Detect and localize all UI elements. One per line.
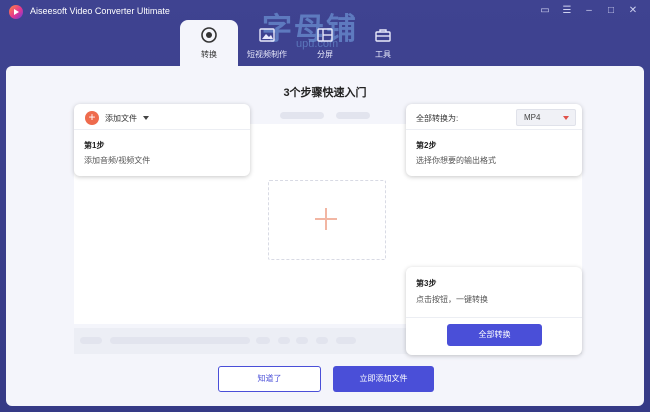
step2-card: 全部转换为: MP4 第2步 选择你想要的输出格式	[406, 104, 582, 176]
image-icon	[259, 28, 275, 42]
step3-title: 第3步	[416, 279, 437, 288]
output-format-select[interactable]: MP4	[516, 109, 576, 126]
minimize-icon[interactable]: –	[582, 4, 596, 18]
divider	[406, 129, 582, 130]
format-value: MP4	[524, 113, 541, 122]
step2-desc: 选择你想要的输出格式	[416, 156, 496, 165]
tab-label: 转换	[201, 50, 217, 59]
placeholder-bar	[316, 337, 328, 344]
tab-split-screen[interactable]: 分屏	[296, 20, 354, 66]
convert-all-to-label: 全部转换为:	[416, 114, 459, 123]
chevron-down-icon[interactable]	[143, 116, 149, 120]
add-files-dropzone[interactable]	[268, 180, 386, 260]
divider	[406, 317, 582, 318]
tab-convert[interactable]: 转换	[180, 20, 238, 66]
step1-card: + 添加文件 第1步 添加音频/视频文件	[74, 104, 250, 176]
tab-label: 工具	[375, 50, 391, 59]
main-tabs: 转换 短视频制作 分屏 工具	[180, 20, 412, 66]
menu-icon[interactable]: ☰	[560, 4, 574, 18]
tab-label: 分屏	[317, 50, 333, 59]
step3-card: 第3步 点击按钮，一键转换 全部转换	[406, 267, 582, 355]
window-controls: ▭ ☰ – □ ✕	[538, 4, 640, 18]
feedback-icon[interactable]: ▭	[538, 4, 552, 18]
add-file-icon[interactable]: +	[85, 111, 99, 125]
divider	[74, 129, 250, 130]
step3-desc: 点击按钮，一键转换	[416, 295, 488, 304]
add-file-button[interactable]: 添加文件	[105, 113, 137, 124]
placeholder-bar	[296, 337, 308, 344]
placeholder-bar	[256, 337, 270, 344]
placeholder-bar	[80, 337, 102, 344]
toolbox-icon	[375, 29, 391, 42]
got-it-button[interactable]: 知道了	[218, 366, 321, 392]
placeholder-bar	[336, 337, 356, 344]
placeholder-bar	[278, 337, 290, 344]
tab-toolbox[interactable]: 工具	[354, 20, 412, 66]
split-screen-icon	[317, 28, 333, 42]
step1-title: 第1步	[84, 141, 105, 150]
tab-mv[interactable]: 短视频制作	[238, 20, 296, 66]
plus-icon	[315, 208, 337, 230]
close-icon[interactable]: ✕	[626, 4, 640, 18]
placeholder-bar	[336, 112, 370, 119]
convert-all-button[interactable]: 全部转换	[447, 324, 542, 346]
tab-label: 短视频制作	[247, 50, 287, 59]
step1-desc: 添加音频/视频文件	[84, 156, 151, 165]
app-logo-icon	[9, 5, 23, 19]
maximize-icon[interactable]: □	[604, 4, 618, 18]
chevron-down-icon	[563, 116, 569, 120]
app-title: Aiseesoft Video Converter Ultimate	[30, 6, 170, 16]
step2-title: 第2步	[416, 141, 437, 150]
guide-title: 3个步骤快速入门	[283, 87, 367, 99]
placeholder-bar	[110, 337, 250, 344]
convert-panel: 3个步骤快速入门 + 添加文件 第1步 添加音频/视频文件 全部转换为: MP4…	[6, 66, 644, 406]
add-files-now-button[interactable]: 立即添加文件	[333, 366, 434, 392]
app-window: Aiseesoft Video Converter Ultimate ▭ ☰ –…	[0, 0, 650, 412]
placeholder-bar	[280, 112, 324, 119]
convert-icon	[201, 27, 217, 43]
